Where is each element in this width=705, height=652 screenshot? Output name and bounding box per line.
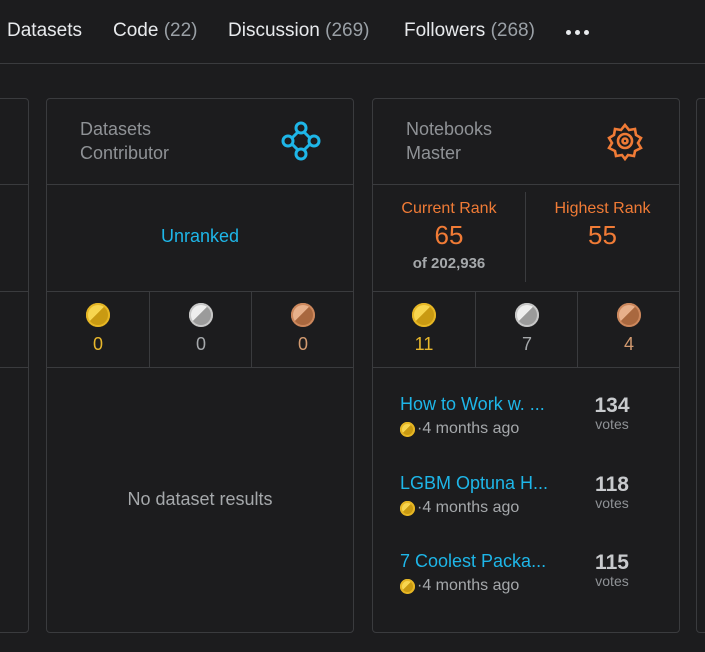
- tab-followers-count: (268): [490, 20, 535, 41]
- bronze-medal-count: 0: [251, 291, 354, 367]
- notebook-title-link[interactable]: 7 Coolest Packa...: [400, 551, 565, 572]
- vote-count: 134 votes: [594, 394, 630, 432]
- silver-medal-icon: [189, 303, 213, 327]
- tab-discussion-label: Discussion: [228, 20, 320, 41]
- silver-medal-count: 7: [475, 291, 578, 367]
- list-item[interactable]: LGBM Optuna H... ·4 months ago 118 votes: [400, 473, 652, 533]
- datasets-tier-card: Datasets Contributor Unranked 0 0 0 No d…: [46, 98, 354, 633]
- notebooks-card-title: Notebooks Master: [406, 119, 493, 163]
- gold-medal-icon: [86, 303, 110, 327]
- notebook-title-link[interactable]: LGBM Optuna H...: [400, 473, 565, 494]
- notebooks-medals-row: 11 7 4: [373, 291, 679, 368]
- silver-medal-count: 0: [149, 291, 252, 367]
- highest-rank: Highest Rank 55: [554, 200, 651, 250]
- gold-medal-icon: [400, 421, 415, 437]
- tab-code[interactable]: Code (22): [113, 20, 198, 42]
- tab-code-label: Code: [113, 20, 159, 41]
- current-rank: Current Rank 65 of 202,936: [401, 200, 497, 272]
- partial-card-left: [0, 98, 29, 633]
- network-nodes-icon: [281, 121, 321, 161]
- list-item[interactable]: 7 Coolest Packa... ·4 months ago 115 vot…: [400, 551, 652, 611]
- gold-medal-count: 11: [373, 291, 475, 367]
- tab-datasets[interactable]: Datasets: [7, 20, 82, 42]
- notebook-meta: ·4 months ago: [400, 499, 519, 517]
- vote-count: 115 votes: [595, 551, 629, 589]
- tab-followers[interactable]: Followers (268): [404, 20, 535, 42]
- gold-medal-icon: [400, 500, 415, 516]
- notebooks-rank-section: Current Rank 65 of 202,936 Highest Rank …: [373, 184, 679, 292]
- tab-followers-label: Followers: [404, 20, 486, 41]
- datasets-medals-row: 0 0 0: [47, 291, 353, 368]
- gold-medal-count: 0: [47, 291, 149, 367]
- notebooks-card-header: Notebooks Master: [373, 99, 679, 185]
- notebook-meta: ·4 months ago: [400, 420, 519, 438]
- silver-medal-icon: [515, 303, 539, 327]
- tab-discussion-count: (269): [325, 20, 370, 41]
- datasets-rank-section: Unranked: [47, 184, 353, 292]
- notebooks-tier-card: Notebooks Master Current Rank 65 of 202,…: [372, 98, 680, 633]
- bronze-medal-count: 4: [577, 291, 680, 367]
- partial-card-right: [696, 98, 705, 633]
- gold-medal-icon: [412, 303, 436, 327]
- empty-state-text: No dataset results: [127, 489, 273, 509]
- vote-count: 118 votes: [595, 473, 629, 511]
- gold-medal-icon: [400, 578, 415, 594]
- bronze-medal-icon: [291, 303, 315, 327]
- bronze-medal-icon: [617, 303, 641, 327]
- tab-discussion[interactable]: Discussion (269): [228, 20, 370, 42]
- datasets-card-header: Datasets Contributor: [47, 99, 353, 185]
- tab-datasets-label: Datasets: [7, 20, 82, 41]
- notebook-meta: ·4 months ago: [400, 577, 519, 595]
- list-item[interactable]: How to Work w. ... ·4 months ago 134 vot…: [400, 394, 652, 454]
- profile-tab-bar: Datasets Code (22) Discussion (269) Foll…: [0, 0, 705, 64]
- more-options-icon[interactable]: [566, 30, 589, 35]
- tab-code-count: (22): [163, 20, 198, 41]
- datasets-card-title: Datasets Contributor: [80, 119, 170, 163]
- notebook-title-link[interactable]: How to Work w. ...: [400, 394, 565, 415]
- rank-status: Unranked: [160, 226, 240, 246]
- gear-nodes-icon: [607, 122, 643, 161]
